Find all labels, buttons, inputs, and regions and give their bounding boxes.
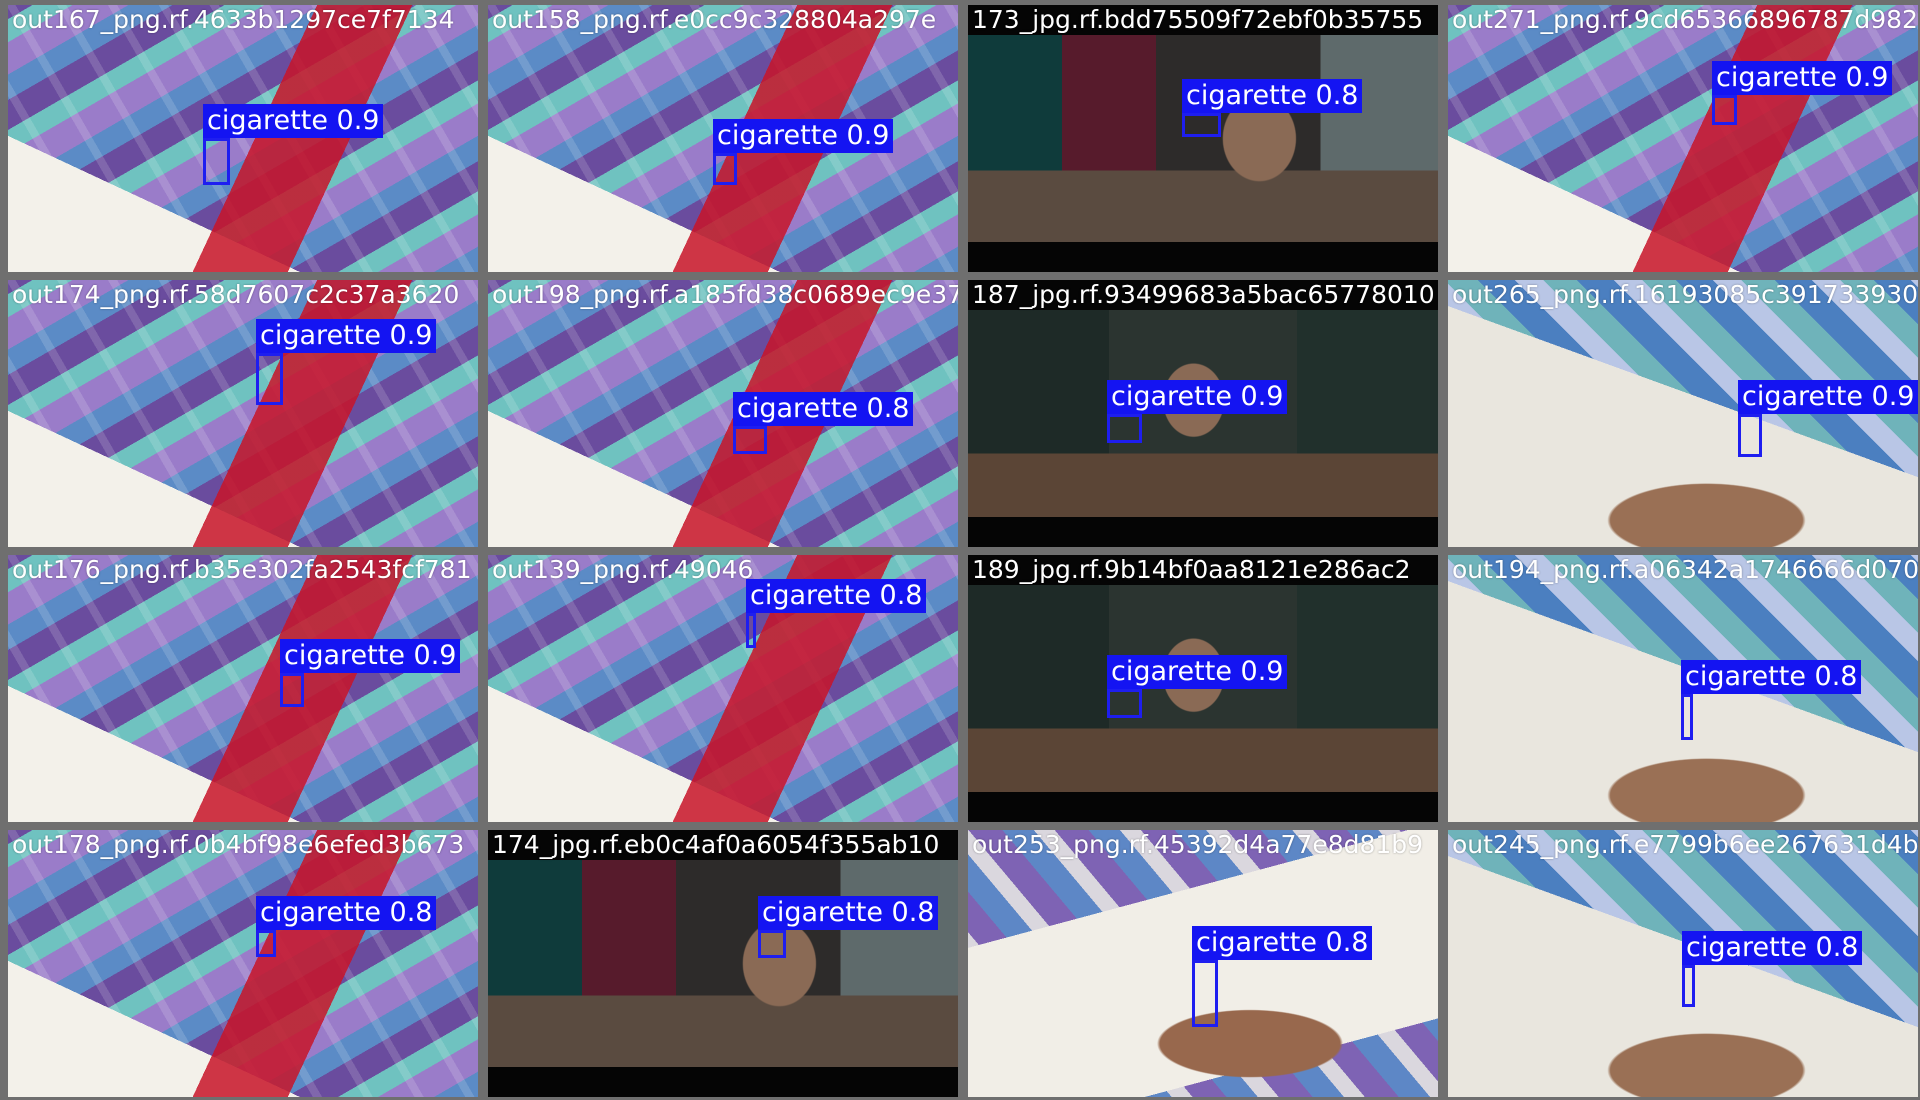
- detection-label: cigarette 0.9: [280, 639, 461, 673]
- mosaic-tile: out245_png.rf.e7799b6ee267631d4b cigarett…: [1448, 830, 1918, 1097]
- tile-filename: out158_png.rf.e0cc9c328804a297e: [492, 5, 937, 34]
- detection-box: [1682, 965, 1695, 1007]
- detection-label: cigarette 0.9: [713, 119, 894, 153]
- detection-box: [1738, 414, 1762, 457]
- mosaic-tile: out139_png.rf.49046 cigarette 0.8: [488, 555, 958, 822]
- detection-box: [256, 353, 283, 405]
- tile-filename: out271_png.rf.9cd65366896787d982: [1452, 5, 1918, 34]
- mosaic-tile: out176_png.rf.b35e302fa2543fcf781cigaret…: [8, 555, 478, 822]
- tile-filename: out245_png.rf.e7799b6ee267631d4b: [1452, 830, 1918, 859]
- detection-box: [1712, 95, 1737, 125]
- mosaic-tile: 189_jpg.rf.9b14bf0aa8121e286ac2 cigarette…: [968, 555, 1438, 822]
- detection-box: [758, 930, 786, 958]
- mosaic-tile: out271_png.rf.9cd65366896787d982 cigarett…: [1448, 5, 1918, 272]
- detection-label: cigarette 0.9: [1712, 61, 1893, 95]
- tile-filename: out174_png.rf.58d7607c2c37a3620: [12, 280, 460, 309]
- mosaic-tile: out194_png.rf.a06342a1746666d070 cigarett…: [1448, 555, 1918, 822]
- tile-photo: [488, 830, 958, 1097]
- mosaic-tile: 187_jpg.rf.93499683a5bac65778010 cigarett…: [968, 280, 1438, 547]
- tile-filename: out253_png.rf.45392d4a77e8d81b9: [972, 830, 1424, 859]
- tile-filename: out198_png.rf.a185fd38c0689ec9e37: [492, 280, 958, 309]
- tile-photo: [8, 830, 478, 1097]
- detection-box: [1681, 694, 1693, 740]
- tile-photo: [8, 5, 478, 272]
- tile-filename: out139_png.rf.49046: [492, 555, 754, 584]
- detection-box: [733, 426, 767, 454]
- detection-label: cigarette 0.8: [758, 896, 939, 930]
- tile-filename: 173_jpg.rf.bdd75509f72ebf0b35755: [972, 5, 1424, 34]
- detection-label: cigarette 0.8: [1681, 660, 1862, 694]
- mosaic-tile: out253_png.rf.45392d4a77e8d81b9 cigarette…: [968, 830, 1438, 1097]
- detection-label: cigarette 0.8: [733, 392, 914, 426]
- detection-label: cigarette 0.9: [1107, 655, 1288, 689]
- detection-label: cigarette 0.8: [1182, 79, 1363, 113]
- mosaic-tile: 174_jpg.rf.eb0c4af0a6054f355ab10 cigarett…: [488, 830, 958, 1097]
- letterbox-bar: [968, 517, 1438, 547]
- mosaic-tile: out178_png.rf.0b4bf98e6efed3b673 cigarett…: [8, 830, 478, 1097]
- detection-label: cigarette 0.9: [203, 104, 384, 138]
- tile-filename: out178_png.rf.0b4bf98e6efed3b673: [12, 830, 465, 859]
- detection-label: cigarette 0.8: [1682, 931, 1863, 965]
- tile-filename: out176_png.rf.b35e302fa2543fcf781: [12, 555, 472, 584]
- tile-filename: out265_png.rf.16193085c391733930: [1452, 280, 1918, 309]
- tile-filename: out194_png.rf.a06342a1746666d070: [1452, 555, 1918, 584]
- mosaic-tile: out167_png.rf.4633b1297ce7f7134 cigarette…: [8, 5, 478, 272]
- mosaic-tile: out265_png.rf.16193085c391733930 cigarett…: [1448, 280, 1918, 547]
- detection-box: [256, 930, 276, 957]
- mosaic-tile: out198_png.rf.a185fd38c0689ec9e37cigaret…: [488, 280, 958, 547]
- letterbox-bar: [968, 242, 1438, 272]
- detection-box: [280, 673, 304, 707]
- detection-label: cigarette 0.8: [256, 896, 437, 930]
- detection-label: cigarette 0.9: [1107, 380, 1288, 414]
- mosaic-tile: out174_png.rf.58d7607c2c37a3620 cigarette…: [8, 280, 478, 547]
- detection-label: cigarette 0.8: [746, 579, 927, 613]
- tile-filename: 189_jpg.rf.9b14bf0aa8121e286ac2: [972, 555, 1411, 584]
- mosaic-tile: 173_jpg.rf.bdd75509f72ebf0b35755 cigarett…: [968, 5, 1438, 272]
- detection-box: [713, 153, 737, 185]
- detection-box: [203, 138, 230, 185]
- tile-filename: out167_png.rf.4633b1297ce7f7134: [12, 5, 455, 34]
- detection-box: [1182, 113, 1221, 137]
- letterbox-bar: [968, 792, 1438, 822]
- tile-photo: [1448, 5, 1918, 272]
- detection-label: cigarette 0.9: [1738, 380, 1918, 414]
- tile-photo: [8, 555, 478, 822]
- letterbox-bar: [488, 1067, 958, 1097]
- detection-label: cigarette 0.8: [1192, 926, 1373, 960]
- mosaic-tile: out158_png.rf.e0cc9c328804a297e cigarette…: [488, 5, 958, 272]
- detection-box: [1192, 960, 1218, 1027]
- detection-box: [746, 613, 756, 648]
- detection-box: [1107, 414, 1142, 443]
- tile-filename: 174_jpg.rf.eb0c4af0a6054f355ab10: [492, 830, 940, 859]
- tile-filename: 187_jpg.rf.93499683a5bac65778010: [972, 280, 1435, 309]
- detection-box: [1107, 689, 1142, 718]
- detection-mosaic: out167_png.rf.4633b1297ce7f7134 cigarette…: [0, 0, 1920, 1100]
- tile-photo: [968, 5, 1438, 272]
- detection-label: cigarette 0.9: [256, 319, 437, 353]
